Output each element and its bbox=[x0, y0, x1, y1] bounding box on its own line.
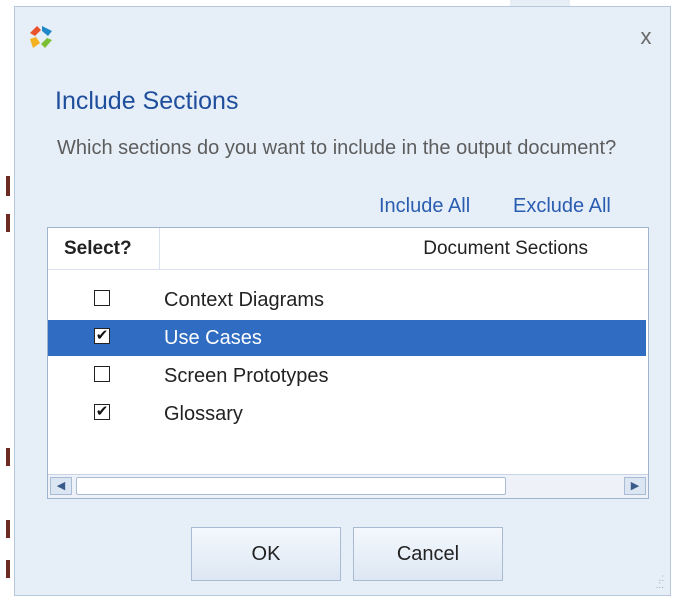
row-checkbox[interactable]: ✔ bbox=[94, 328, 110, 344]
dialog-titlebar[interactable]: x bbox=[15, 7, 670, 67]
column-header-select[interactable]: Select? bbox=[48, 228, 160, 270]
scroll-thumb[interactable] bbox=[76, 477, 506, 495]
dialog-footer: OK Cancel .:.:. bbox=[15, 507, 670, 595]
scroll-left-icon[interactable]: ◀ bbox=[50, 477, 72, 495]
dialog-question: Which sections do you want to include in… bbox=[57, 137, 617, 159]
background-text-fragment bbox=[6, 176, 10, 196]
include-sections-dialog: x Include Sections Which sections do you… bbox=[14, 6, 671, 596]
background-window-edge bbox=[0, 0, 14, 602]
row-checkbox[interactable]: ✔ bbox=[94, 404, 110, 420]
resize-grip-icon[interactable]: .:.:. bbox=[650, 574, 664, 591]
include-all-link[interactable]: Include All bbox=[379, 195, 470, 218]
table-row[interactable]: Context Diagrams bbox=[48, 282, 646, 318]
dialog-title: Include Sections bbox=[55, 87, 239, 115]
horizontal-scrollbar[interactable]: ◀ ▶ bbox=[48, 474, 648, 498]
table-row[interactable]: ✔ Glossary bbox=[48, 396, 646, 432]
background-text-fragment bbox=[6, 214, 10, 232]
cancel-button[interactable]: Cancel bbox=[353, 527, 503, 581]
table-row[interactable]: Screen Prototypes bbox=[48, 358, 646, 394]
table-row-selected[interactable]: ✔ Use Cases bbox=[48, 320, 646, 356]
background-text-fragment bbox=[6, 520, 10, 538]
row-label: Use Cases bbox=[164, 327, 262, 349]
row-label: Glossary bbox=[164, 403, 243, 425]
row-label: Screen Prototypes bbox=[164, 365, 329, 387]
background-text-fragment bbox=[6, 560, 10, 578]
grid-header: Select? Document Sections bbox=[48, 228, 648, 270]
exclude-all-link[interactable]: Exclude All bbox=[513, 195, 611, 218]
sections-grid: Select? Document Sections Context Diagra… bbox=[47, 227, 649, 499]
app-logo-icon bbox=[30, 26, 52, 48]
row-label: Context Diagrams bbox=[164, 289, 325, 311]
scroll-right-icon[interactable]: ▶ bbox=[624, 477, 646, 495]
row-checkbox[interactable] bbox=[94, 366, 110, 382]
row-checkbox[interactable] bbox=[94, 290, 110, 306]
background-text-fragment bbox=[6, 448, 10, 466]
close-icon[interactable]: x bbox=[634, 25, 658, 49]
column-header-document-sections[interactable]: Document Sections bbox=[160, 228, 648, 270]
ok-button[interactable]: OK bbox=[191, 527, 341, 581]
